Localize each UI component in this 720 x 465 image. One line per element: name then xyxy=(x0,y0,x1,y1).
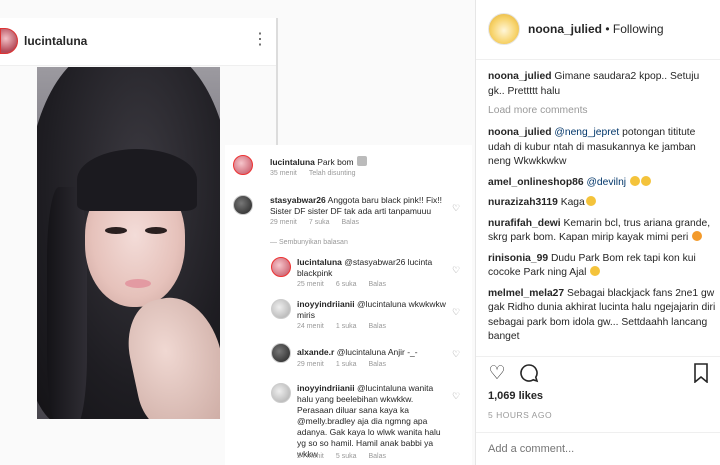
post-sidebar: noona_julied • Following noona_julied Gi… xyxy=(476,0,720,465)
instagram-post-view: lucintaluna ⋮ lucintaluna Park bom 35 me… xyxy=(0,0,720,465)
comment-user[interactable]: melmel_mela27 xyxy=(488,288,564,299)
avatar[interactable] xyxy=(488,13,520,45)
add-comment-input[interactable] xyxy=(488,443,688,455)
add-comment-bar xyxy=(476,432,720,465)
heart-icon[interactable]: ♡ xyxy=(486,363,508,385)
post-header: noona_julied • Following xyxy=(476,0,720,60)
comment: amel_onlineshop86 @devilnj xyxy=(488,175,716,191)
like-count[interactable]: 1,069 likes xyxy=(488,390,543,402)
comment-user[interactable]: amel_onlineshop86 xyxy=(488,177,584,188)
avatar xyxy=(271,383,291,403)
comment-user: inoyyindriianii xyxy=(297,299,355,309)
comment: rinisonia_99 Dudu Park Bom rek tapi kon … xyxy=(488,252,716,281)
comment: noona_julied @neng_jepret potongan titit… xyxy=(488,126,716,170)
heart-icon: ♡ xyxy=(452,349,461,359)
heart-icon: ♡ xyxy=(452,265,461,275)
embedded-avatar xyxy=(0,28,18,54)
inset-caption-user: lucintaluna xyxy=(270,157,315,167)
heart-icon: ♡ xyxy=(452,391,461,401)
comment: nurafifah_dewi Kemarin bcl, trus ariana … xyxy=(488,217,716,246)
comment-user: inoyyindriianii xyxy=(297,383,355,393)
comment-user: stasyabwar26 xyxy=(270,195,326,205)
comment-user: alxande.r xyxy=(297,347,335,357)
inset-caption-time: 35 menit xyxy=(270,170,297,177)
avatar xyxy=(271,299,291,319)
emoji-icon xyxy=(629,175,640,186)
comment-user[interactable]: nurazizah3119 xyxy=(488,197,558,208)
comment-text: Kaga xyxy=(560,197,585,208)
emoji-icon xyxy=(692,231,703,241)
caption: noona_julied Gimane saudara2 kpop.. Setu… xyxy=(488,70,716,99)
hide-replies-link: — Sembunyikan balasan xyxy=(270,239,348,246)
comment-icon[interactable] xyxy=(518,363,540,385)
comment-user[interactable]: nurafifah_dewi xyxy=(488,218,561,229)
inset-caption-text: Park bom xyxy=(317,157,354,167)
post-username[interactable]: noona_julied xyxy=(528,22,602,36)
inset-caption-edited: Telah disunting xyxy=(308,170,356,177)
emoji-icon xyxy=(357,156,367,166)
comment-user[interactable]: noona_julied xyxy=(488,71,552,82)
comments-list: noona_julied Gimane saudara2 kpop.. Setu… xyxy=(488,70,716,351)
comment: melmel_mela27 Sebagai blackjack fans 2ne… xyxy=(488,287,716,345)
avatar xyxy=(271,257,291,277)
avatar xyxy=(271,343,291,363)
emoji-icon xyxy=(590,266,601,276)
embedded-post-header: lucintaluna ⋮ xyxy=(0,18,278,66)
embedded-username: lucintaluna xyxy=(24,34,88,48)
inset-comments-screenshot: lucintaluna Park bom 35 menit Telah disun… xyxy=(225,145,472,465)
portrait-photo xyxy=(37,67,220,419)
avatar xyxy=(233,155,253,175)
comment-user[interactable]: noona_julied xyxy=(488,127,552,138)
load-more-comments[interactable]: Load more comments xyxy=(488,105,716,116)
emoji-icon xyxy=(585,196,596,206)
comment-text: @lucintaluna wanita halu yang beelebihan… xyxy=(297,383,441,459)
mention-link[interactable]: @devilnj xyxy=(586,177,626,188)
mention-link[interactable]: @neng_jepret xyxy=(554,127,619,138)
comment-user: lucintaluna xyxy=(297,257,342,267)
post-image-area: lucintaluna ⋮ lucintaluna Park bom 35 me… xyxy=(0,0,476,465)
emoji-icon xyxy=(640,175,651,186)
bookmark-icon[interactable] xyxy=(690,363,712,385)
comment-user[interactable]: rinisonia_99 xyxy=(488,253,548,264)
avatar xyxy=(233,195,253,215)
action-bar: ♡ xyxy=(476,356,720,384)
heart-icon: ♡ xyxy=(452,307,461,317)
comment: nurazizah3119 Kaga xyxy=(488,196,716,211)
comment-text: @lucintaluna Anjir -_- xyxy=(336,347,418,357)
follow-status[interactable]: Following xyxy=(613,22,664,36)
heart-icon: ♡ xyxy=(452,203,461,213)
more-options-icon: ⋮ xyxy=(252,31,268,48)
post-timestamp: 5 HOURS AGO xyxy=(488,410,553,420)
